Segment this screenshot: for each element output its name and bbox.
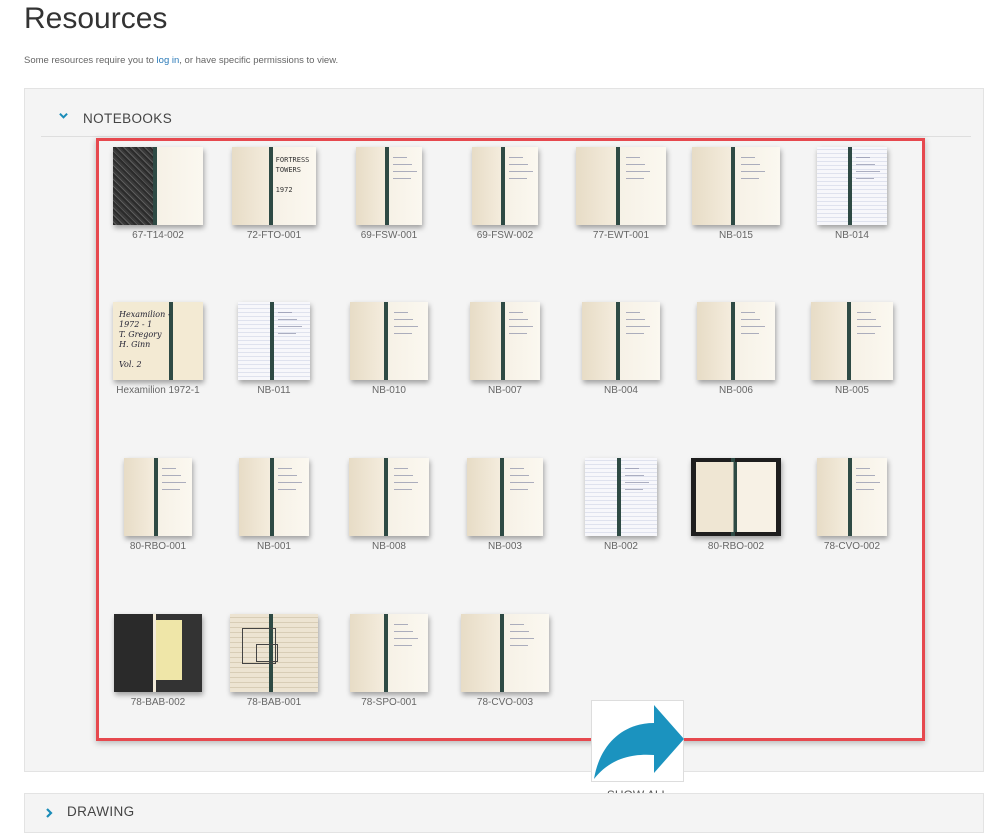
notebook-thumbnail[interactable] bbox=[113, 147, 203, 225]
notice-text-before: Some resources require you to bbox=[24, 55, 157, 66]
notebook-item[interactable]: NB-004 bbox=[564, 302, 678, 396]
drawing-panel[interactable]: DRAWING bbox=[24, 793, 984, 833]
notebook-label[interactable]: NB-005 bbox=[795, 385, 909, 396]
notebook-thumbnail[interactable] bbox=[356, 147, 422, 225]
notebook-thumbnail[interactable] bbox=[350, 302, 428, 380]
notebook-item[interactable]: 78-CVO-002 bbox=[795, 458, 909, 552]
notebook-item[interactable]: 67-T14-002 bbox=[101, 147, 215, 241]
notebook-label[interactable]: NB-015 bbox=[679, 230, 793, 241]
notebook-item[interactable]: NB-006 bbox=[679, 302, 793, 396]
drawing-title: DRAWING bbox=[67, 804, 135, 819]
chevron-right-icon[interactable] bbox=[45, 808, 53, 818]
notebook-label[interactable]: 78-BAB-002 bbox=[101, 697, 215, 708]
notebook-item[interactable]: NB-011 bbox=[217, 302, 331, 396]
notebook-label[interactable]: Hexamilion 1972-1 bbox=[101, 385, 215, 396]
show-all-tile[interactable] bbox=[591, 700, 684, 782]
cover-text: FORTRESS TOWERS 1972 bbox=[275, 156, 310, 194]
permissions-notice: Some resources require you to log in, or… bbox=[24, 55, 338, 66]
notebook-label[interactable]: 67-T14-002 bbox=[101, 230, 215, 241]
notebook-item[interactable]: 69-FSW-002 bbox=[448, 147, 562, 241]
notebook-thumbnail[interactable] bbox=[817, 458, 887, 536]
notebook-item[interactable]: Hexamilion - 1972 - 1 T. Gregory H. Ginn… bbox=[101, 302, 215, 396]
notebook-label[interactable]: 69-FSW-001 bbox=[332, 230, 446, 241]
notebook-label[interactable]: NB-004 bbox=[564, 385, 678, 396]
notebook-item[interactable]: 78-CVO-003 bbox=[448, 614, 562, 708]
notebook-thumbnail[interactable] bbox=[239, 458, 309, 536]
notebook-thumbnail[interactable] bbox=[124, 458, 192, 536]
notebook-item[interactable]: 69-FSW-001 bbox=[332, 147, 446, 241]
notebook-item[interactable]: 78-BAB-002 bbox=[101, 614, 215, 708]
notebook-thumbnail[interactable] bbox=[692, 147, 780, 225]
notebook-item[interactable]: NB-002 bbox=[564, 458, 678, 552]
notebook-item[interactable]: NB-008 bbox=[332, 458, 446, 552]
notebook-label[interactable]: NB-002 bbox=[564, 541, 678, 552]
notebook-thumbnail[interactable] bbox=[691, 458, 781, 536]
notebook-thumbnail[interactable] bbox=[467, 458, 543, 536]
notebook-thumbnail[interactable] bbox=[114, 614, 202, 692]
notebook-item[interactable]: 80-RBO-001 bbox=[101, 458, 215, 552]
notebook-label[interactable]: NB-006 bbox=[679, 385, 793, 396]
notebook-item[interactable]: 80-RBO-002 bbox=[679, 458, 793, 552]
notebooks-title: NOTEBOOKS bbox=[83, 111, 173, 126]
notebook-label[interactable]: NB-014 bbox=[795, 230, 909, 241]
notebook-label[interactable]: 78-CVO-003 bbox=[448, 697, 562, 708]
notebook-label[interactable]: NB-010 bbox=[332, 385, 446, 396]
notebook-thumbnail[interactable]: Hexamilion - 1972 - 1 T. Gregory H. Ginn… bbox=[113, 302, 203, 380]
notebook-item[interactable]: FORTRESS TOWERS 1972 72-FTO-001 bbox=[217, 147, 331, 241]
notebook-label[interactable]: 78-BAB-001 bbox=[217, 697, 331, 708]
show-all-button[interactable]: SHOW ALL bbox=[590, 700, 685, 802]
notebook-item[interactable]: 78-BAB-001 bbox=[217, 614, 331, 708]
notebook-label[interactable]: 78-CVO-002 bbox=[795, 541, 909, 552]
notebook-thumbnail[interactable] bbox=[576, 147, 666, 225]
page-title: Resources bbox=[24, 2, 168, 35]
notebook-thumbnail[interactable] bbox=[817, 147, 887, 225]
notebook-label[interactable]: 72-FTO-001 bbox=[217, 230, 331, 241]
notebook-thumbnail[interactable] bbox=[350, 614, 428, 692]
notebook-thumbnail[interactable] bbox=[811, 302, 893, 380]
notebook-thumbnail[interactable] bbox=[472, 147, 538, 225]
notebook-item[interactable]: NB-015 bbox=[679, 147, 793, 241]
notebook-thumbnail[interactable] bbox=[582, 302, 660, 380]
notebook-item[interactable]: 77-EWT-001 bbox=[564, 147, 678, 241]
notebook-item[interactable]: NB-007 bbox=[448, 302, 562, 396]
notebook-label[interactable]: NB-007 bbox=[448, 385, 562, 396]
notebook-item[interactable]: NB-001 bbox=[217, 458, 331, 552]
notebook-item[interactable]: NB-005 bbox=[795, 302, 909, 396]
notebook-item[interactable]: NB-003 bbox=[448, 458, 562, 552]
notebook-label[interactable]: 77-EWT-001 bbox=[564, 230, 678, 241]
notebook-thumbnail[interactable] bbox=[697, 302, 775, 380]
notebook-label[interactable]: NB-011 bbox=[217, 385, 331, 396]
chevron-down-icon[interactable] bbox=[59, 111, 68, 120]
notebook-item[interactable]: NB-014 bbox=[795, 147, 909, 241]
notebook-thumbnail[interactable] bbox=[461, 614, 549, 692]
notebooks-header[interactable]: NOTEBOOKS bbox=[41, 89, 971, 137]
notebooks-panel: NOTEBOOKS 67-T14-002 FORTRESS TOWERS 1972… bbox=[24, 88, 984, 802]
notebook-label[interactable]: NB-008 bbox=[332, 541, 446, 552]
notebook-label[interactable]: 80-RBO-002 bbox=[679, 541, 793, 552]
notice-text-after: , or have specific permissions to view. bbox=[179, 55, 339, 66]
notebook-label[interactable]: 78-SPO-001 bbox=[332, 697, 446, 708]
notebook-label[interactable]: NB-001 bbox=[217, 541, 331, 552]
notebook-thumbnail[interactable] bbox=[238, 302, 310, 380]
notebook-label[interactable]: 69-FSW-002 bbox=[448, 230, 562, 241]
notebook-thumbnail[interactable] bbox=[470, 302, 540, 380]
notebook-thumbnail[interactable] bbox=[349, 458, 429, 536]
notebook-thumbnail[interactable] bbox=[230, 614, 318, 692]
notebook-thumbnail[interactable] bbox=[585, 458, 657, 536]
notebook-thumbnail[interactable]: FORTRESS TOWERS 1972 bbox=[232, 147, 316, 225]
curved-arrow-icon bbox=[594, 705, 684, 779]
notebook-item[interactable]: 78-SPO-001 bbox=[332, 614, 446, 708]
cover-handwriting: Hexamilion - 1972 - 1 T. Gregory H. Ginn… bbox=[119, 310, 171, 369]
login-link[interactable]: log in bbox=[157, 55, 180, 66]
notebook-label[interactable]: NB-003 bbox=[448, 541, 562, 552]
notebook-label[interactable]: 80-RBO-001 bbox=[101, 541, 215, 552]
notebook-item[interactable]: NB-010 bbox=[332, 302, 446, 396]
